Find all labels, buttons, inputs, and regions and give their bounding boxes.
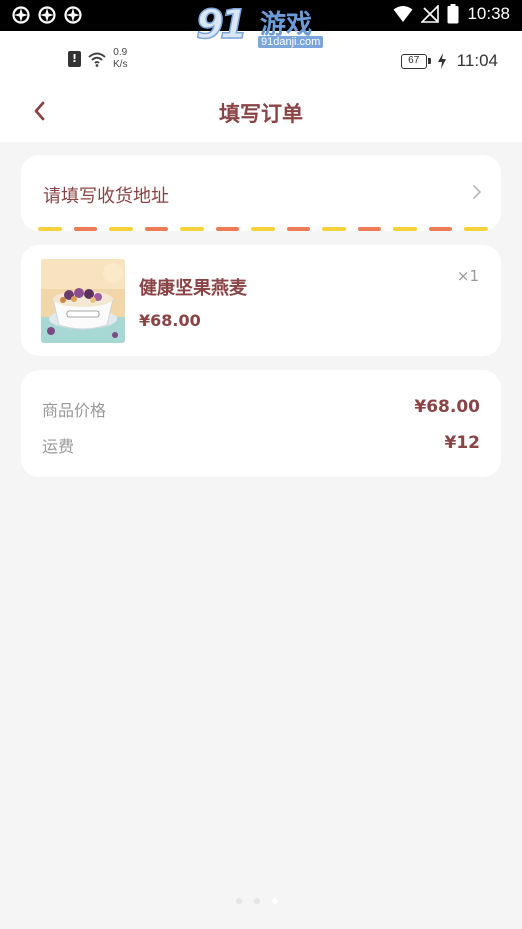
inner-status-left: ! 0.9 K/s bbox=[68, 47, 127, 71]
address-dash bbox=[180, 227, 204, 231]
address-dash bbox=[251, 227, 275, 231]
page-dot bbox=[254, 898, 260, 904]
product-price: ¥68.00 bbox=[139, 311, 201, 330]
page-title: 填写订单 bbox=[219, 102, 303, 126]
system-time: 10:38 bbox=[467, 4, 510, 23]
page-dot bbox=[272, 898, 278, 904]
product-image bbox=[41, 259, 125, 343]
address-dash bbox=[428, 227, 453, 231]
shipping-label: 运费 bbox=[42, 437, 75, 456]
app-notification-icon bbox=[64, 6, 82, 24]
price-summary-card: 商品价格 ¥68.00 运费 ¥12 bbox=[21, 370, 501, 477]
address-dash bbox=[393, 227, 417, 231]
network-speed-value: 0.9 bbox=[113, 47, 128, 58]
address-dash bbox=[73, 227, 98, 231]
alert-icon: ! bbox=[68, 51, 81, 67]
app-notification-icon bbox=[38, 6, 56, 24]
address-dash bbox=[464, 227, 488, 231]
network-speed-unit: K/s bbox=[113, 59, 128, 70]
goods-price-value: ¥68.00 bbox=[414, 397, 480, 417]
system-status-bar: 10:38 bbox=[0, 0, 522, 31]
goods-price-label: 商品价格 bbox=[42, 401, 107, 420]
address-placeholder: 请填写收货地址 bbox=[43, 186, 169, 207]
app-notification-icon bbox=[12, 6, 30, 24]
nav-header: 填写订单 bbox=[0, 87, 522, 142]
shipping-value: ¥12 bbox=[444, 433, 481, 453]
no-signal-icon bbox=[421, 5, 440, 23]
inner-time: 11:04 bbox=[456, 51, 498, 70]
system-indicators: 10:38 bbox=[393, 4, 510, 24]
address-dash bbox=[144, 227, 169, 231]
address-dashed-border bbox=[38, 227, 488, 231]
product-name: 健康坚果燕麦 bbox=[139, 278, 247, 299]
product-card: 健康坚果燕麦 ¥68.00 ×1 bbox=[21, 245, 501, 356]
address-dash bbox=[286, 227, 311, 231]
address-dash bbox=[322, 227, 346, 231]
app-status-row: ! 0.9 K/s 67 11:04 bbox=[0, 31, 522, 87]
address-dash bbox=[38, 227, 62, 231]
address-selector[interactable]: 请填写收货地址 bbox=[21, 155, 501, 231]
address-dash bbox=[215, 227, 240, 231]
chevron-right-icon bbox=[473, 185, 481, 199]
network-speed: 0.9 K/s bbox=[113, 47, 127, 71]
address-dash bbox=[109, 227, 133, 231]
address-dash bbox=[357, 227, 382, 231]
wifi-icon bbox=[88, 52, 106, 67]
page-indicator bbox=[236, 898, 278, 904]
page-dot bbox=[236, 898, 242, 904]
inner-status-right: 67 11:04 bbox=[400, 51, 498, 71]
product-quantity: ×1 bbox=[456, 267, 479, 285]
battery-level: 67 bbox=[400, 53, 431, 69]
wifi-icon bbox=[393, 6, 413, 22]
charging-icon bbox=[437, 53, 446, 69]
notification-icons bbox=[12, 6, 82, 24]
battery-icon bbox=[447, 4, 459, 24]
